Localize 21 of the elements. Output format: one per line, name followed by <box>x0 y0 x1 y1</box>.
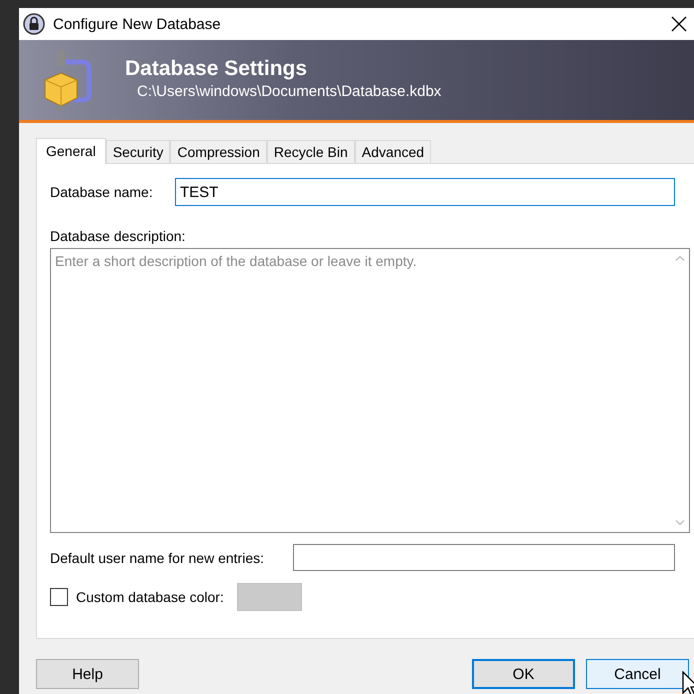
tab[interactable]: Compression <box>170 140 267 163</box>
tab[interactable]: General <box>36 138 106 164</box>
color-button[interactable] <box>237 583 302 611</box>
lock-icon <box>23 13 45 35</box>
checkbox-label: Custom database color: <box>76 589 225 605</box>
window-title: Configure New Database <box>53 16 221 32</box>
input-field[interactable]: TEST <box>175 178 675 206</box>
tab[interactable]: Advanced <box>354 140 432 163</box>
input-field[interactable] <box>293 544 675 571</box>
field-label: Database name: <box>50 184 154 200</box>
dialog-button[interactable]: Help <box>36 659 139 689</box>
banner-title: Database Settings <box>125 56 308 80</box>
tab[interactable]: Recycle Bin <box>266 140 355 163</box>
field-label: Default user name for new entries: <box>50 550 265 566</box>
close-icon[interactable] <box>671 16 687 32</box>
tab[interactable]: Security <box>106 140 170 163</box>
dialog-button[interactable]: Cancel <box>586 659 689 689</box>
field-label: Database description: <box>50 228 186 244</box>
checkbox[interactable] <box>50 588 68 606</box>
file-path: C:\Users\windows\Documents\Database.kdbx <box>137 82 442 100</box>
dialog-button[interactable]: OK <box>472 659 575 689</box>
